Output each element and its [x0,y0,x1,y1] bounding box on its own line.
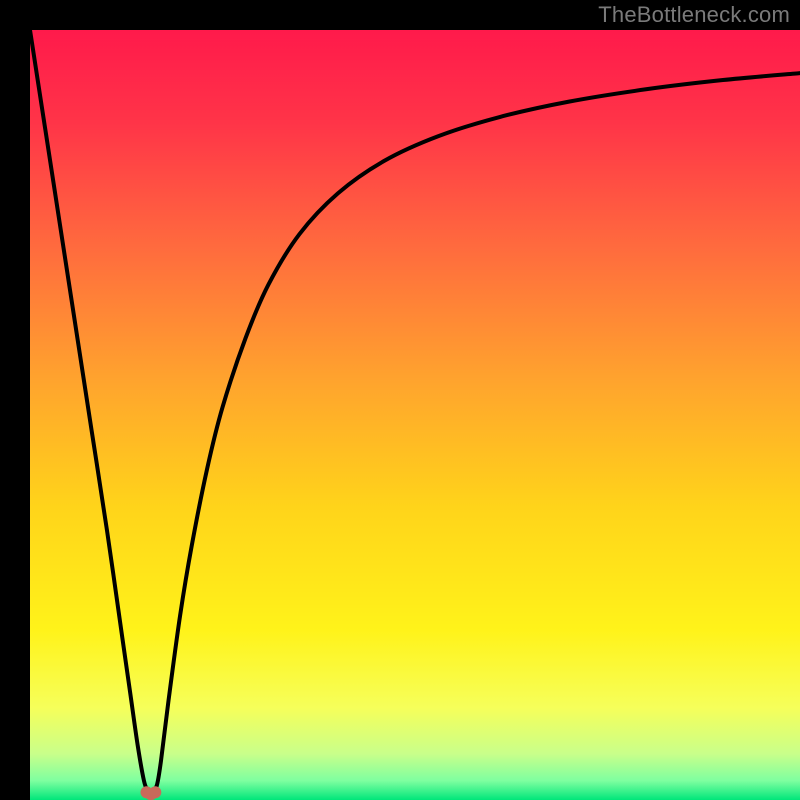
watermark-text: TheBottleneck.com [598,2,790,28]
plot-area [30,30,800,800]
chart-svg [30,30,800,800]
figure-frame: TheBottleneck.com [0,0,800,800]
